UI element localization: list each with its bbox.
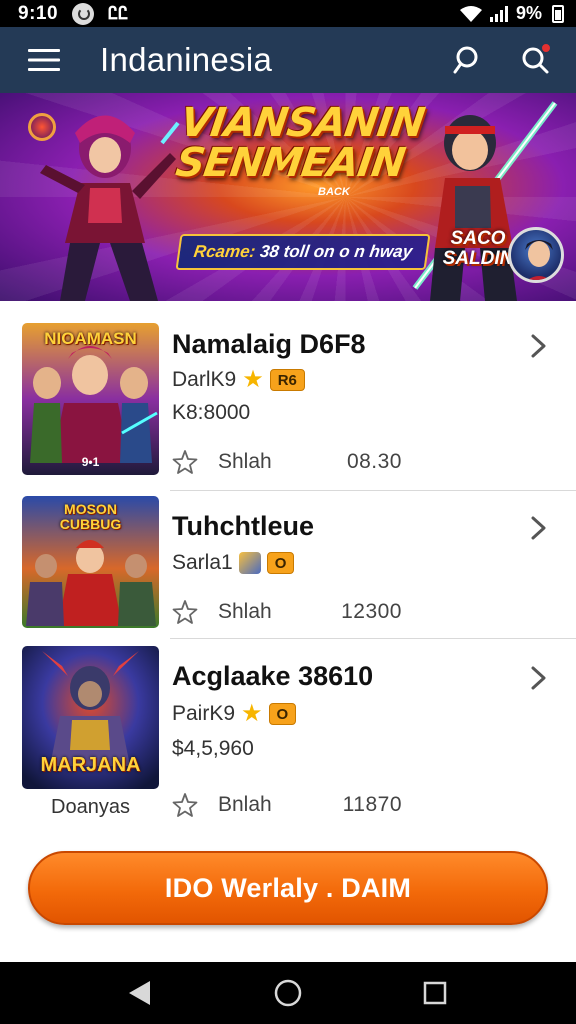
search-button[interactable] [443,36,491,84]
recents-square-icon [423,981,447,1005]
item-tag: R6 [269,369,305,391]
banner-badge: SACO SALDIN [438,229,518,269]
battery-percent: 9% [515,3,542,23]
banner-avatar [508,227,564,283]
banner-subtitle: BACK [318,186,350,198]
item-game-icon [238,552,261,574]
item-sub-text: Sarla1 [172,551,233,574]
item-sub-text: DarlK9 [172,368,237,391]
item-tag: O [266,552,295,574]
menu-button[interactable] [14,27,74,93]
rating-star-icon: ★ [242,366,264,393]
item-meta: Shlah 12300 [172,599,402,625]
favorite-star-icon[interactable] [172,449,198,475]
signal-icon [489,5,508,22]
home-circle-icon [274,979,302,1007]
thumb-caption: Doanyas [51,796,130,818]
game-list: NIOAMASN 9•1 Namalaig D6F8 DarlK9 ★ R6 K… [0,301,576,831]
chevron-right-icon[interactable] [528,331,550,361]
carrier-icon: ᏝᏝ [108,3,129,23]
item-title: Acglaake 38610 [172,661,374,691]
status-right: 9% [459,3,564,24]
item-subtitle: PairK9 ★ O [172,700,297,727]
list-item[interactable]: MOSON CUBBUG Tuhchtleue Sarla1 O Shlah 1… [0,491,576,639]
thumb-number: 9•1 [81,455,100,469]
item-title: Tuhchtleue [172,511,315,541]
favorite-star-icon[interactable] [172,792,198,818]
notification-dot [540,42,552,54]
item-price: K8:8000 [172,401,251,424]
item-subtitle: DarlK9 ★ R6 [172,368,305,392]
item-thumbnail[interactable]: MARJANA [22,646,159,789]
sync-icon [72,2,95,25]
status-bar: 9:10 ᏝᏝ 9% [0,0,576,27]
banner-title-line1: VIANSANIN [177,100,427,146]
item-meta: Bnlah 11870 [172,792,402,818]
cta-area: IDO Werlaly . DAIM [0,831,576,962]
system-nav-bar [0,962,576,1024]
item-title: Namalaig D6F8 [172,329,366,359]
item-price: $4,5,960 [172,737,254,760]
chevron-right-icon[interactable] [528,663,550,693]
chevron-right-icon[interactable] [528,513,550,543]
notification-search-button[interactable] [511,36,559,84]
rating-star-icon: ★ [241,700,263,727]
item-thumbnail[interactable]: MOSON CUBBUG [22,496,159,628]
banner-title: VIANSANIN SENMEAIN [172,100,427,186]
app-header: Indaninesia [0,27,576,93]
item-tag: O [268,703,297,725]
search-icon [453,46,478,74]
meta-count: 08.30 [346,450,402,473]
meta-label: Bnlah [218,793,272,816]
meta-count: 12300 [341,600,402,623]
nav-home-button[interactable] [271,976,305,1010]
app-title: Indaninesia [100,41,273,78]
nav-recents-button[interactable] [418,976,452,1010]
thumb-title: MOSON CUBBUG [59,501,122,532]
thumb-title: MARJANA [40,754,141,776]
item-subtitle: Sarla1 O [172,551,295,575]
status-time: 9:10 [18,2,59,24]
wifi-icon [459,5,482,22]
list-item[interactable]: MARJANA Doanyas Acglaake 38610 PairK9 ★ … [0,639,576,831]
promo-text: 38 toll on o n hway [258,242,414,261]
banner-title-line2: SENMEAIN [172,140,408,186]
primary-cta-button[interactable]: IDO Werlaly . DAIM [28,851,548,925]
promo-label: Rcame: [192,242,257,261]
nav-back-button[interactable] [122,976,156,1010]
meta-label: Shlah [218,450,272,473]
menu-icon [28,49,60,71]
meta-label: Shlah [218,600,272,623]
badge-line1: SACO [450,228,506,249]
favorite-star-icon[interactable] [172,599,198,625]
list-item[interactable]: NIOAMASN 9•1 Namalaig D6F8 DarlK9 ★ R6 K… [0,301,576,491]
thumb-title: NIOAMASN [44,329,137,348]
item-meta: Shlah 08.30 [172,449,402,475]
battery-icon [552,4,564,23]
hero-left-illustration [40,115,180,301]
promo-banner[interactable]: VIANSANIN SENMEAIN BACK Rcame: 38 toll o… [0,93,576,301]
item-thumbnail[interactable]: NIOAMASN 9•1 [22,323,159,475]
badge-line2: SALDIN [442,248,514,269]
item-sub-text: PairK9 [172,702,236,725]
back-triangle-icon [129,981,150,1005]
meta-count: 11870 [342,793,402,816]
banner-promo-bar: Rcame: 38 toll on o n hway [175,234,431,270]
